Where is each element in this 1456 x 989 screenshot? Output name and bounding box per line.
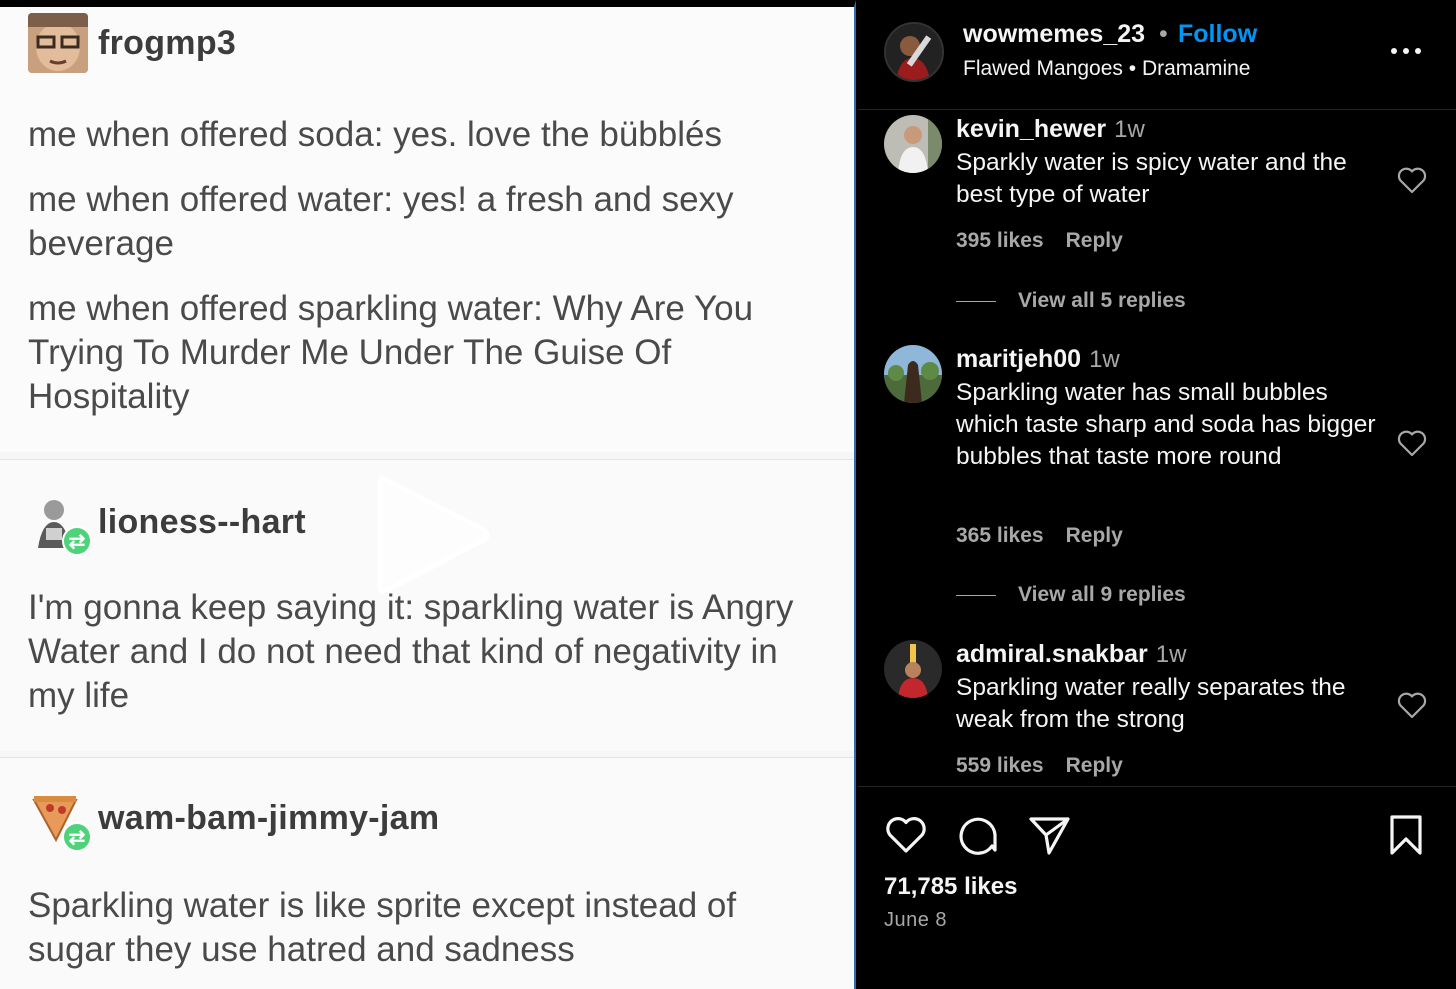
tumblr-post: frogmp3 me when offered soda: yes. love … (0, 7, 854, 452)
tumblr-post-header: frogmp3 (28, 13, 236, 73)
post-sidebar: wowmemes_23 • Follow Flawed Mangoes • Dr… (858, 0, 1456, 989)
tumblr-post-header: ⇄ lioness--hart (28, 492, 306, 556)
tumblr-post-text: me when offered soda: yes. love the bübb… (28, 115, 722, 154)
comment-username[interactable]: maritjeh00 1w (956, 345, 1120, 374)
reply-button[interactable]: Reply (1066, 524, 1123, 548)
comment-meta: 395 likes Reply (956, 229, 1123, 253)
comment-text: Sparkly water is spicy water and the bes… (956, 149, 1347, 208)
post-action-bar: 71,785 likes June 8 (858, 786, 1456, 989)
comment-likes[interactable]: 559 likes (956, 754, 1044, 778)
tumblr-post: ⇄ wam-bam-jimmy-jam Sparkling water is l… (0, 757, 854, 989)
heart-icon[interactable] (884, 813, 928, 857)
comment-text: Sparkling water really separates the wea… (956, 674, 1346, 733)
post-media[interactable]: frogmp3 me when offered soda: yes. love … (0, 0, 856, 989)
reply-button[interactable]: Reply (1066, 754, 1123, 778)
avatar[interactable] (884, 640, 942, 698)
post-header: wowmemes_23 • Follow Flawed Mangoes • Dr… (858, 0, 1456, 110)
avatar: ⇄ (28, 492, 92, 556)
view-replies-button[interactable]: View all 5 replies (956, 289, 1186, 313)
tumblr-username: lioness--hart (98, 502, 306, 541)
heart-icon[interactable] (1396, 690, 1428, 720)
heart-icon[interactable] (1396, 428, 1428, 458)
tumblr-post-text: me when offered sparkling water: Why Are… (28, 289, 754, 416)
comment-meta: 365 likes Reply (956, 524, 1123, 548)
comment-text: Sparkling water has small bubbles which … (956, 379, 1376, 470)
more-icon[interactable] (1388, 38, 1424, 64)
comment-timestamp: 1w (1114, 116, 1145, 143)
replies-divider (956, 300, 996, 302)
tumblr-post-text: I'm gonna keep saying it: sparkling wate… (28, 588, 794, 715)
reblog-icon: ⇄ (62, 822, 92, 852)
comment-timestamp: 1w (1089, 346, 1120, 373)
comment-meta: 559 likes Reply (956, 754, 1123, 778)
separator-dot: • (1159, 20, 1168, 48)
reblog-icon: ⇄ (62, 526, 92, 556)
tumblr-post-header: ⇄ wam-bam-jimmy-jam (28, 788, 440, 852)
post-author-username[interactable]: wowmemes_23 (963, 20, 1145, 49)
reply-button[interactable]: Reply (1066, 229, 1123, 253)
tumblr-username: frogmp3 (98, 23, 237, 62)
follow-button[interactable]: Follow (1178, 20, 1257, 49)
avatar[interactable] (884, 115, 942, 173)
view-replies-button[interactable]: View all 9 replies (956, 583, 1186, 607)
bookmark-icon[interactable] (1384, 813, 1428, 857)
avatar[interactable] (884, 22, 944, 82)
avatar: ⇄ (28, 788, 92, 852)
post-likes-count[interactable]: 71,785 likes (884, 873, 1017, 901)
avatar (28, 13, 88, 73)
comment-username[interactable]: admiral.snakbar 1w (956, 640, 1186, 669)
view-replies-label[interactable]: View all 9 replies (1018, 583, 1186, 607)
audio-track-link[interactable]: Flawed Mangoes • Dramamine (963, 57, 1250, 81)
comment-likes[interactable]: 395 likes (956, 229, 1044, 253)
heart-icon[interactable] (1396, 165, 1428, 195)
replies-divider (956, 594, 996, 596)
tumblr-post-text: me when offered water: yes! a fresh and … (28, 180, 734, 263)
play-icon[interactable] (372, 470, 496, 600)
tumblr-post-text: Sparkling water is like sprite except in… (28, 886, 737, 969)
avatar[interactable] (884, 345, 942, 403)
view-replies-label[interactable]: View all 5 replies (1018, 289, 1186, 313)
comment-username[interactable]: kevin_hewer 1w (956, 115, 1145, 144)
comment-timestamp: 1w (1155, 641, 1187, 668)
comment-likes[interactable]: 365 likes (956, 524, 1044, 548)
comment-icon[interactable] (956, 813, 1000, 857)
tumblr-username: wam-bam-jimmy-jam (98, 798, 440, 837)
post-date: June 8 (884, 909, 948, 931)
share-icon[interactable] (1028, 813, 1072, 857)
